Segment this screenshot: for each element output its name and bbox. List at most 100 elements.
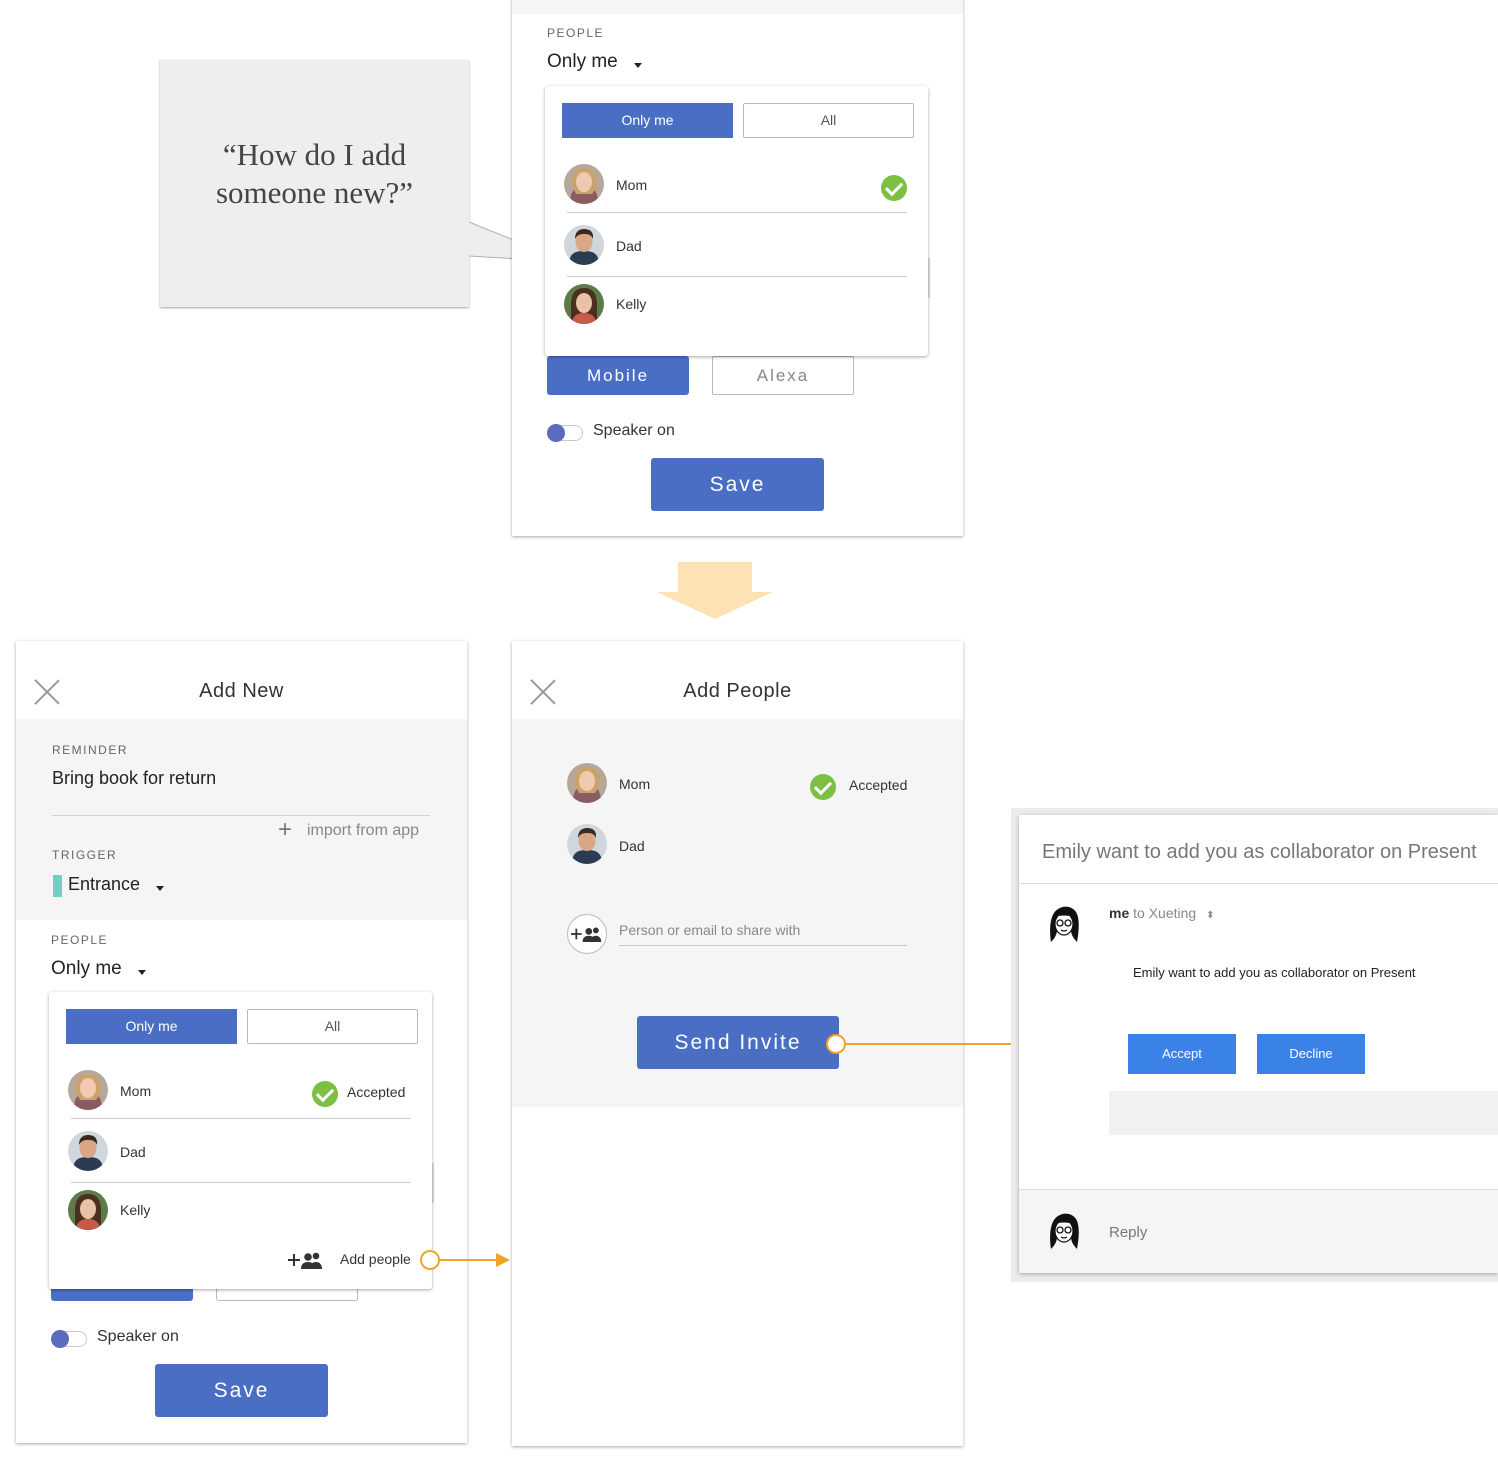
- all-tab[interactable]: All: [247, 1009, 418, 1044]
- divider: [567, 276, 907, 277]
- avatar-mom: [564, 164, 604, 204]
- email-card: Emily want to add you as collaborator on…: [1019, 815, 1498, 1273]
- reminder-input[interactable]: Bring book for return: [52, 768, 216, 789]
- person-row-dad[interactable]: Dad: [567, 824, 917, 868]
- trigger-color-bar: [53, 875, 62, 897]
- person-name: Dad: [120, 1144, 146, 1160]
- plus-icon: +: [278, 816, 293, 843]
- people-select[interactable]: Only me: [51, 958, 161, 984]
- page-title: Add People: [683, 680, 792, 702]
- reply-bar: Reply: [1019, 1189, 1498, 1273]
- hidden-edge: [928, 258, 930, 298]
- avatar-kelly: [564, 284, 604, 324]
- check-circle-icon: [810, 774, 836, 800]
- status-accepted: Accepted: [849, 777, 908, 793]
- add-people-button[interactable]: Add people: [287, 1247, 417, 1271]
- avatar-dad: [68, 1131, 108, 1171]
- reply-avatar: [1044, 1208, 1084, 1254]
- reminder-section: REMINDER Bring book for return + import …: [16, 719, 467, 920]
- avatar-kelly: [68, 1190, 108, 1230]
- reminder-underline: [52, 815, 430, 816]
- save-button[interactable]: Save: [651, 458, 824, 511]
- email-subject: Emily want to add you as collaborator on…: [1042, 841, 1477, 863]
- sender-me: me: [1109, 905, 1130, 921]
- share-input[interactable]: Person or email to share with: [619, 917, 907, 946]
- accept-button[interactable]: Accept: [1128, 1034, 1236, 1074]
- send-invite-button[interactable]: Send Invite: [637, 1016, 839, 1069]
- reply-button[interactable]: Reply: [1109, 1224, 1147, 1241]
- toggle-knob: [51, 1330, 69, 1348]
- speaker-toggle[interactable]: [51, 1329, 87, 1349]
- quote-line-2: someone new?”: [215, 175, 414, 210]
- toggle-knob: [547, 424, 565, 442]
- trigger-value: Entrance: [68, 874, 141, 894]
- person-name: Kelly: [616, 296, 647, 312]
- add-people-label: Add people: [340, 1251, 411, 1267]
- add-people-content: Mom Accepted Dad Person or email to shar…: [512, 719, 963, 1107]
- avatar-mom: [68, 1070, 108, 1110]
- speaker-toggle[interactable]: [547, 423, 583, 443]
- import-label: import from app: [307, 822, 420, 839]
- share-input-placeholder: Person or email to share with: [619, 922, 801, 938]
- highlight-ring: [420, 1250, 440, 1270]
- email-body-inner: Emily want to add you as collaborator on…: [1109, 933, 1498, 1091]
- speaker-label: Speaker on: [593, 422, 675, 439]
- import-from-app-link[interactable]: + import from app: [278, 816, 438, 843]
- save-button[interactable]: Save: [155, 1364, 328, 1417]
- chevron-down-icon: [156, 886, 164, 891]
- all-tab[interactable]: All: [743, 103, 914, 138]
- person-row-mom[interactable]: Mom Accepted: [567, 763, 917, 807]
- hidden-edge: [432, 1163, 434, 1203]
- top-panel-header-strip: [512, 0, 963, 14]
- group-add-icon: [287, 1250, 325, 1270]
- divider: [71, 1182, 411, 1183]
- person-name: Dad: [616, 238, 642, 254]
- avatar-mom: [567, 763, 607, 803]
- flow-down-arrow: [657, 562, 773, 619]
- person-row-kelly[interactable]: Kelly: [563, 284, 909, 328]
- group-add-icon-circle: [567, 914, 607, 954]
- status-accepted: Accepted: [347, 1084, 406, 1100]
- person-name: Mom: [616, 177, 648, 193]
- chevron-down-icon: [138, 970, 146, 975]
- people-label: PEOPLE: [547, 26, 605, 40]
- reminder-label: REMINDER: [52, 743, 129, 757]
- decline-button[interactable]: Decline: [1257, 1034, 1365, 1074]
- page-title: Add New: [199, 680, 284, 702]
- people-select-value: Only me: [51, 958, 122, 979]
- trigger-select[interactable]: Entrance: [52, 872, 182, 898]
- mobile-button[interactable]: Mobile: [547, 356, 689, 395]
- email-body-text: Emily want to add you as collaborator on…: [1133, 965, 1416, 980]
- divider: [567, 212, 907, 213]
- recipient: to Xueting: [1133, 905, 1197, 921]
- speaker-label: Speaker on: [97, 1328, 179, 1345]
- group-add-icon: [571, 925, 603, 943]
- quote-callout: “How do I add someone new?”: [160, 60, 469, 307]
- sender-line[interactable]: me to Xueting ⬍: [1109, 905, 1309, 925]
- sender-avatar: [1044, 901, 1084, 947]
- person-name: Kelly: [120, 1202, 151, 1218]
- email-body-box: Emily want to add you as collaborator on…: [1109, 933, 1498, 1135]
- people-select[interactable]: Only me: [547, 50, 657, 76]
- add-new-people-dropdown: Only me All Mom Accepted Dad Kelly Add p…: [49, 992, 432, 1289]
- check-circle-icon: [881, 175, 907, 201]
- highlight-ring: [826, 1034, 846, 1054]
- alexa-button[interactable]: Alexa: [712, 356, 854, 395]
- expand-icon: ⬍: [1206, 910, 1215, 921]
- quote-text: “How do I add someone new?”: [160, 136, 469, 212]
- only-me-tab[interactable]: Only me: [66, 1009, 237, 1044]
- flow-arrow-line: [440, 1259, 498, 1261]
- chevron-down-icon: [634, 63, 642, 68]
- top-people-dropdown: Only me All Mom Dad Kelly: [545, 86, 928, 356]
- only-me-tab[interactable]: Only me: [562, 103, 733, 138]
- person-name: Mom: [120, 1083, 152, 1099]
- people-label: PEOPLE: [51, 933, 109, 947]
- avatar-dad: [567, 824, 607, 864]
- person-row-kelly[interactable]: Kelly: [67, 1190, 413, 1234]
- person-row-dad[interactable]: Dad: [67, 1131, 413, 1175]
- check-circle-icon: [312, 1081, 338, 1107]
- person-row-dad[interactable]: Dad: [563, 225, 909, 269]
- person-row-mom[interactable]: Mom Accepted: [67, 1070, 413, 1114]
- divider: [71, 1118, 411, 1119]
- person-row-mom[interactable]: Mom: [563, 164, 909, 208]
